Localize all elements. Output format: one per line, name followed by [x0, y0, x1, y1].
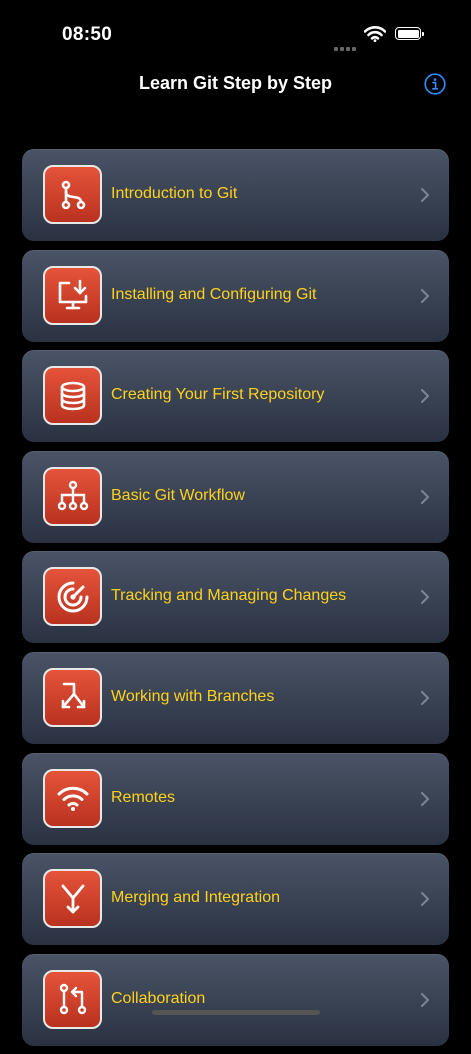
target-icon [57, 581, 88, 613]
battery-icon [395, 27, 424, 40]
chevron-right-icon [421, 690, 429, 705]
info-circle-icon[interactable] [424, 73, 446, 95]
lesson-icon-tile [43, 366, 102, 426]
lesson-row-basic-workflow[interactable]: Basic Git Workflow [22, 450, 449, 543]
lesson-icon-tile [43, 265, 102, 325]
page-title: Learn Git Step by Step [138, 73, 333, 93]
lesson-row-remotes[interactable]: Remotes [22, 752, 449, 845]
chevron-right-icon [421, 992, 429, 1007]
wifi-icon [57, 786, 88, 812]
lesson-label: Introduction to Git [111, 185, 238, 202]
status-bar: 08:50 [0, 0, 471, 60]
lesson-label: Collaboration [111, 989, 206, 1007]
cellular-signal-icon [334, 38, 358, 51]
lesson-label: Remotes [111, 788, 176, 806]
sitemap-icon [57, 481, 88, 511]
chevron-right-icon [421, 288, 429, 303]
chevron-right-icon [421, 590, 429, 605]
lesson-row-first-repository[interactable]: Creating Your First Repository [22, 350, 449, 443]
lesson-row-tracking-changes[interactable]: Tracking and Managing Changes [22, 551, 449, 644]
lesson-row-installing[interactable]: Installing and Configuring Git [22, 249, 449, 342]
status-time: 08:50 [62, 24, 113, 45]
chevron-right-icon [421, 489, 429, 504]
lesson-icon-tile [43, 869, 102, 929]
chevron-right-icon [421, 791, 429, 806]
lesson-icon-tile [43, 567, 102, 627]
wifi-status-icon [364, 26, 386, 42]
lesson-label: Working with Branches [111, 687, 275, 705]
lesson-row-collaboration[interactable]: Collaboration [22, 953, 449, 1046]
monitor-download-icon [58, 279, 87, 310]
lesson-list: Introduction to Git Installing and Confi… [22, 149, 449, 1054]
split-arrows-icon [61, 683, 85, 709]
lesson-label: Tracking and Managing Changes [111, 587, 347, 605]
chevron-right-icon [421, 892, 429, 907]
pull-request-icon [59, 984, 86, 1015]
lesson-icon-tile [43, 165, 102, 224]
merge-icon [61, 884, 84, 914]
lesson-row-merging[interactable]: Merging and Integration [22, 853, 449, 946]
lesson-icon-tile [43, 466, 102, 526]
database-icon [60, 381, 85, 410]
lesson-label: Creating Your First Repository [111, 386, 325, 404]
lesson-label: Basic Git Workflow [111, 486, 245, 504]
chevron-right-icon [421, 188, 429, 202]
lesson-icon-tile [43, 969, 102, 1029]
lesson-row-branches[interactable]: Working with Branches [22, 651, 449, 744]
git-branch-icon [61, 180, 85, 209]
home-indicator[interactable] [152, 1010, 320, 1015]
lesson-icon-tile [43, 768, 102, 828]
chevron-right-icon [421, 389, 429, 404]
lesson-label: Installing and Configuring Git [111, 285, 317, 303]
lesson-label: Merging and Integration [111, 889, 280, 907]
lesson-icon-tile [43, 667, 102, 727]
lesson-row-introduction[interactable]: Introduction to Git [22, 149, 449, 241]
